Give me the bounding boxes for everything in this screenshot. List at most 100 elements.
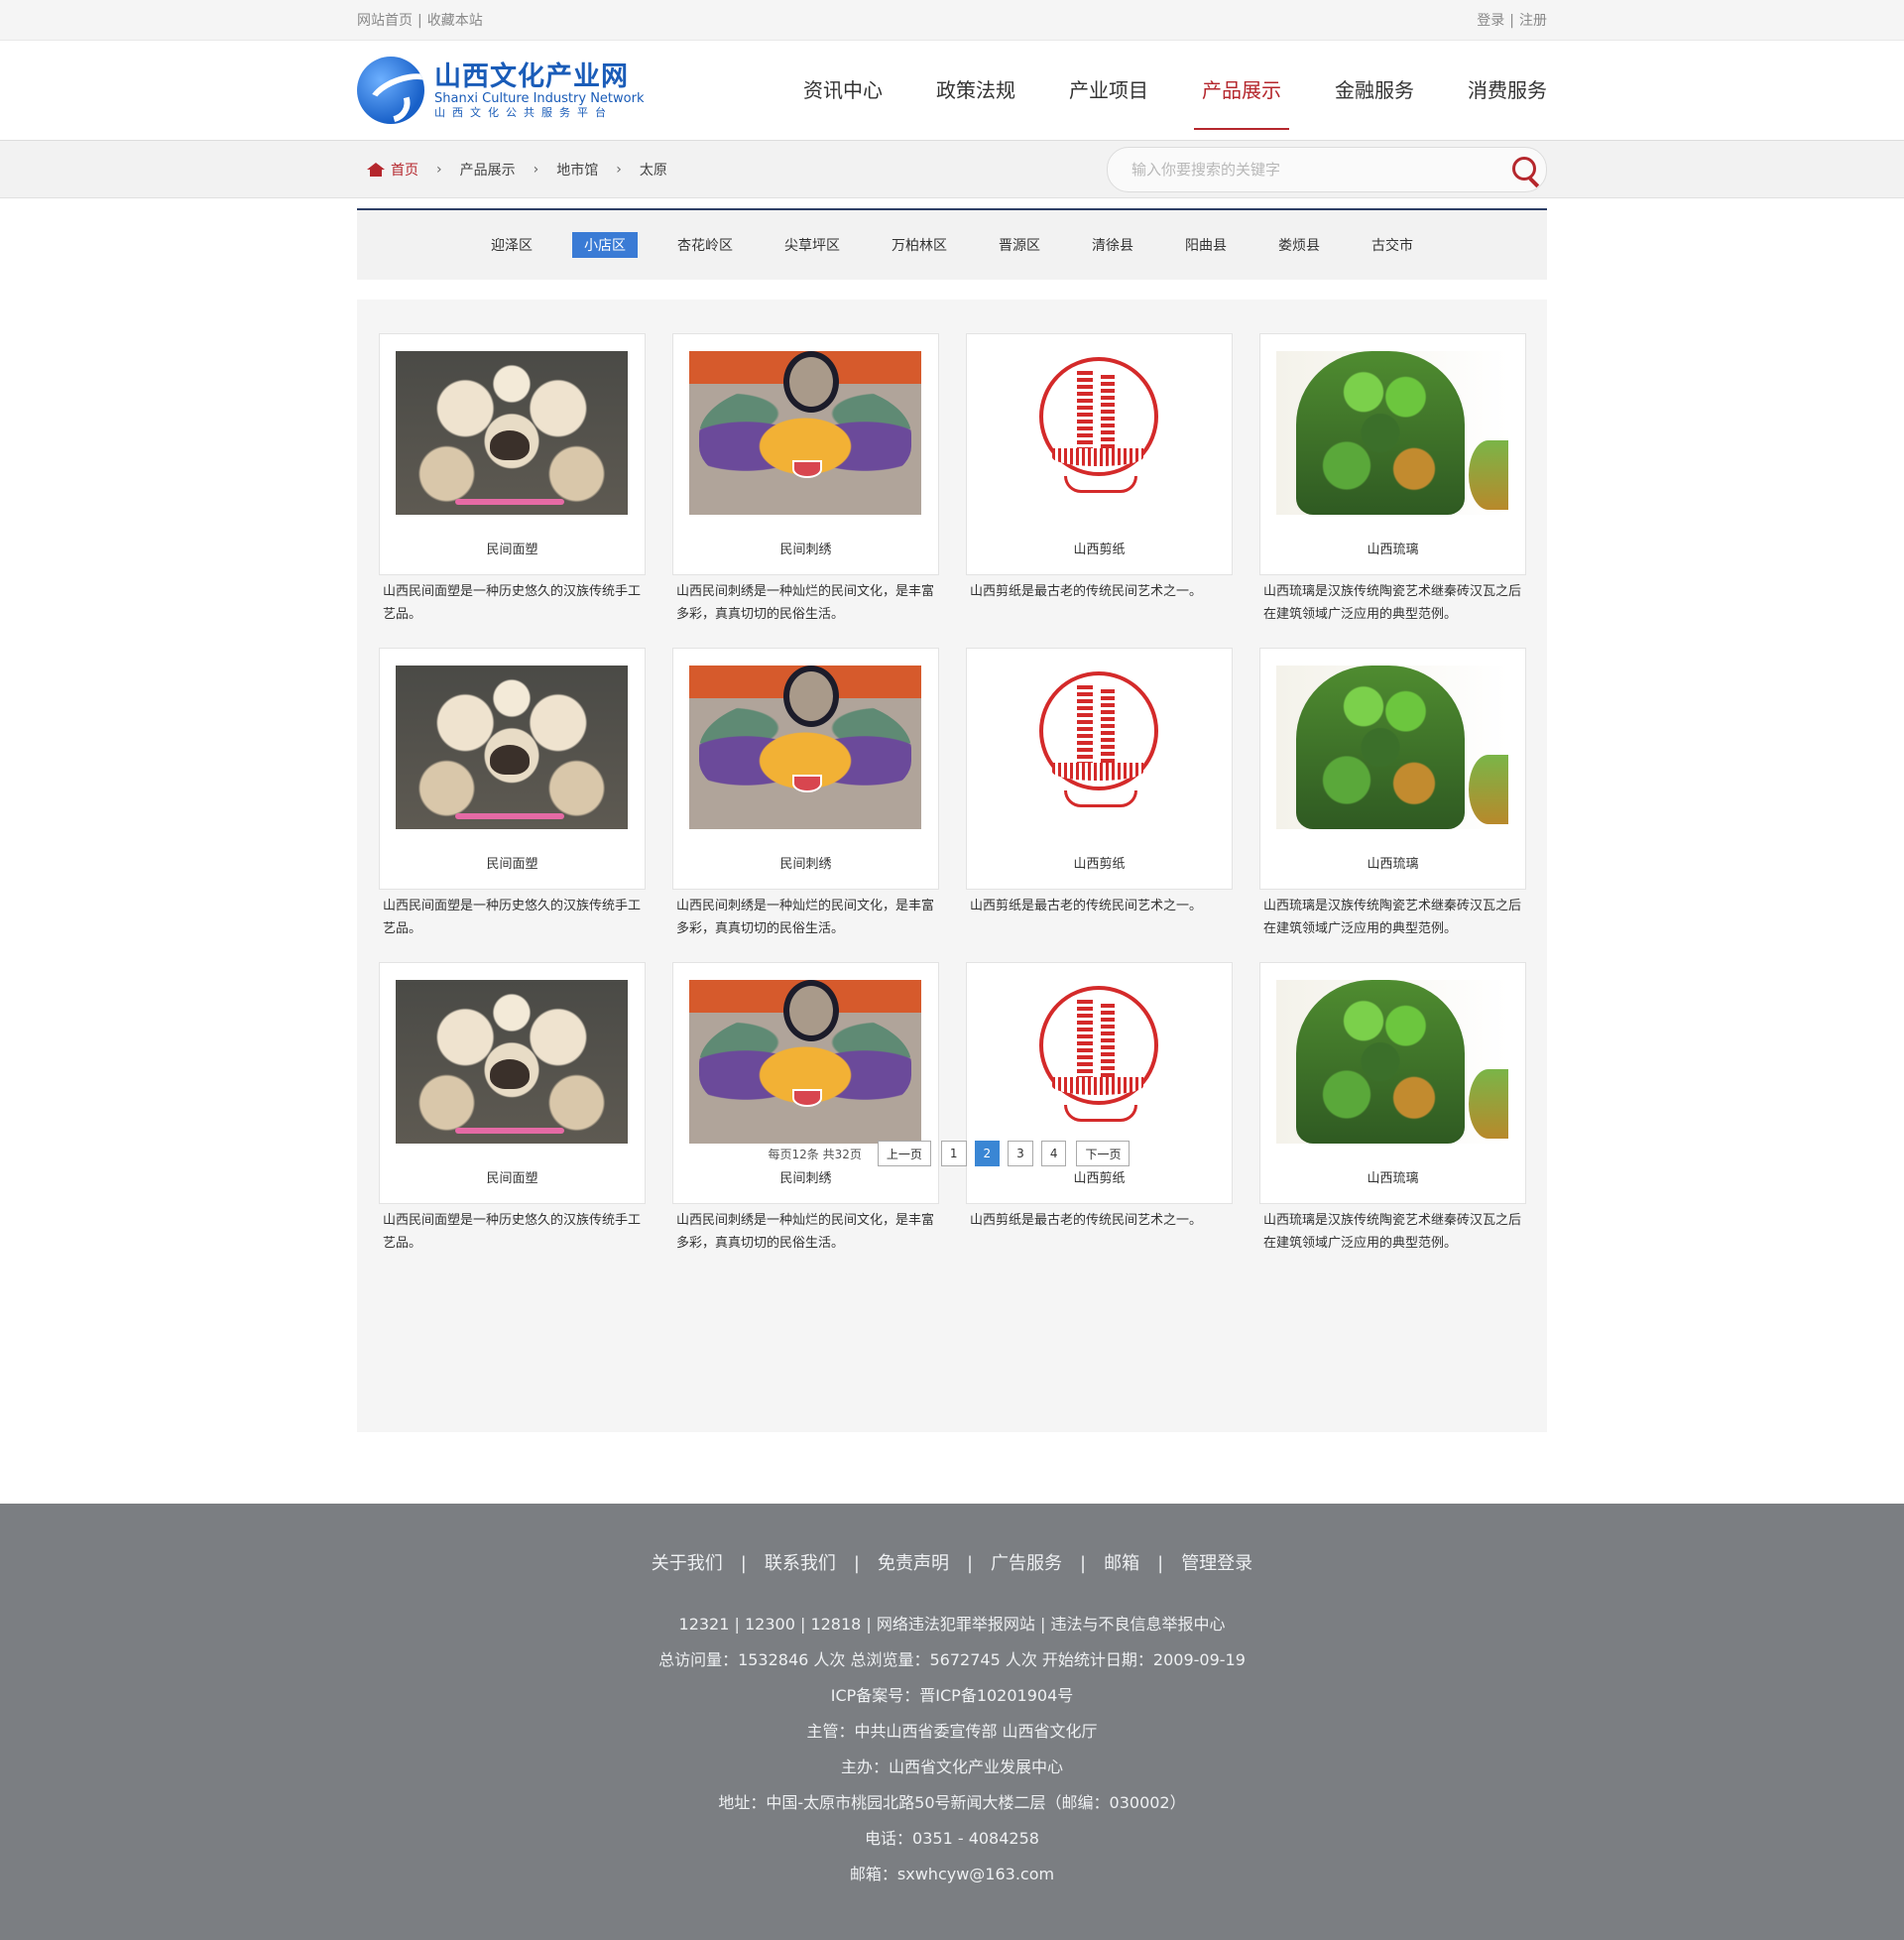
footer-link-contact[interactable]: 联系我们 [765,1553,836,1574]
header: 山西文化产业网 Shanxi Culture Industry Network … [0,41,1904,141]
breadcrumb-item-products[interactable]: 产品展示 [460,160,516,180]
footer-report-links: 12321 | 12300 | 12818 | 网络违法犯罪举报网站 | 违法与… [678,1615,1226,1634]
product-card[interactable]: 民间刺绣山西民间刺绣是一种灿烂的民间文化，是丰富多彩，真真切切的民俗生活。 [672,648,939,940]
product-link[interactable]: 山西剪纸 [966,962,1233,1204]
product-link[interactable]: 山西剪纸 [966,333,1233,575]
product-description: 山西剪纸是最古老的传统民间艺术之一。 [970,899,1203,913]
register-link[interactable]: 注册 [1519,13,1547,29]
product-card[interactable]: 民间刺绣 山西民间刺绣是一种灿烂的民间文化，是丰富多彩，真真切切的民俗生活。 [672,333,939,626]
product-link[interactable]: 山西琉璃 [1259,333,1526,575]
product-image [983,666,1215,829]
product-link[interactable]: 民间刺绣 [672,962,939,1204]
product-image [396,351,628,515]
footer-info: 12321 | 12300 | 12818 | 网络违法犯罪举报网站 | 违法与… [0,1607,1904,1892]
product-card[interactable]: 山西剪纸山西剪纸是最古老的传统民间艺术之一。 [966,648,1233,940]
search-button[interactable] [1502,148,1546,191]
footer-separator: | [853,1553,860,1574]
product-title: 民间刺绣 [779,1171,832,1186]
breadcrumb-item-current: 太原 [639,162,667,179]
breadcrumb-bar: 首页 › 产品展示 › 地市馆 › 太原 [0,141,1904,198]
breadcrumb: 首页 › 产品展示 › 地市馆 › 太原 [357,160,667,180]
page-button-active[interactable]: 2 [974,1141,1001,1166]
search-box [1107,146,1547,192]
product-link[interactable]: 民间面塑 [379,648,646,890]
chevron-right-icon: › [436,161,442,178]
chevron-right-icon: › [616,161,622,178]
nav-item-consumer[interactable]: 消费服务 [1468,41,1547,140]
nav-item-policy[interactable]: 政策法规 [936,41,1015,140]
nav-item-finance[interactable]: 金融服务 [1335,41,1414,140]
product-image [983,980,1215,1144]
footer-link-ads[interactable]: 广告服务 [991,1553,1062,1574]
product-link[interactable]: 山西琉璃 [1259,648,1526,890]
login-link[interactable]: 登录 [1477,13,1504,29]
logo-title: 山西文化产业网 [434,61,629,92]
district-item[interactable]: 万柏林区 [880,232,959,258]
footer-organizer: 主办：山西省文化产业发展中心 [840,1758,1063,1776]
district-item[interactable]: 娄烦县 [1266,232,1332,258]
product-image [396,980,628,1144]
site-logo[interactable]: 山西文化产业网 Shanxi Culture Industry Network … [357,57,644,124]
product-card[interactable]: 山西琉璃 山西琉璃是汉族传统陶瓷艺术继秦砖汉瓦之后在建筑领域广泛应用的典型范例。 [1259,648,1526,940]
footer-icp: ICP备案号：晋ICP备10201904号 [830,1686,1074,1705]
pagination: 每页12条 共32页 上一页 1 2 3 4 下一页 [357,1141,1547,1166]
product-description: 山西民间刺绣是一种灿烂的民间文化，是丰富多彩，真真切切的民俗生活。 [676,899,935,936]
footer-link-disclaimer[interactable]: 免责声明 [878,1553,949,1574]
product-card[interactable]: 山西琉璃山西琉璃是汉族传统陶瓷艺术继秦砖汉瓦之后在建筑领域广泛应用的典型范例。 [1259,333,1526,626]
district-item[interactable]: 阳曲县 [1173,232,1239,258]
product-card[interactable]: 山西剪纸 山西剪纸是最古老的传统民间艺术之一。 [966,333,1233,626]
product-description: 山西民间面塑是一种历史悠久的汉族传统手工艺品。 [383,584,642,622]
district-item[interactable]: 晋源区 [987,232,1052,258]
breadcrumb-home[interactable]: 首页 [367,160,418,180]
product-description: 山西民间面塑是一种历史悠久的汉族传统手工艺品。 [383,899,642,936]
footer-link-mail[interactable]: 邮箱 [1104,1553,1139,1574]
product-image [1276,980,1508,1144]
district-item-active[interactable]: 小店区 [572,232,638,258]
product-link[interactable]: 民间面塑 [379,962,646,1204]
product-image [1276,351,1508,515]
product-description: 山西琉璃是汉族传统陶瓷艺术继秦砖汉瓦之后在建筑领域广泛应用的典型范例。 [1263,1213,1522,1251]
product-link[interactable]: 民间面塑 [379,333,646,575]
product-link[interactable]: 山西剪纸 [966,648,1233,890]
footer-link-about[interactable]: 关于我们 [652,1553,723,1574]
product-title: 山西剪纸 [1073,543,1126,557]
logo-text: 山西文化产业网 Shanxi Culture Industry Network … [434,61,645,119]
next-page-button[interactable]: 下一页 [1076,1141,1130,1166]
footer-email: 邮箱：sxwhcyw@163.com [849,1865,1055,1883]
district-item[interactable]: 迎泽区 [479,232,544,258]
product-card[interactable]: 山西剪纸 山西剪纸是最古老的传统民间艺术之一。 [966,962,1233,1255]
prev-page-button[interactable]: 上一页 [877,1141,931,1166]
nav-item-products[interactable]: 产品展示 [1194,41,1289,140]
page-button[interactable]: 1 [940,1141,967,1166]
district-item[interactable]: 清徐县 [1080,232,1145,258]
logo-english: Shanxi Culture Industry Network [434,90,645,106]
district-item[interactable]: 尖草坪区 [773,232,852,258]
page-button[interactable]: 3 [1008,1141,1033,1166]
footer-phone: 电话：0351 - 4084258 [865,1829,1039,1848]
product-title: 民间面塑 [486,857,538,872]
footer-links: 关于我们 | 联系我们 | 免责声明 | 广告服务 | 邮箱 | 管理登录 [0,1549,1904,1575]
product-link[interactable]: 山西琉璃 [1259,962,1526,1204]
product-link[interactable]: 民间刺绣 [672,333,939,575]
product-card[interactable]: 民间刺绣 山西民间刺绣是一种灿烂的民间文化，是丰富多彩，真真切切的民俗生活。 [672,962,939,1255]
top-separator: | [417,13,422,29]
product-card[interactable]: 民间面塑山西民间面塑是一种历史悠久的汉族传统手工艺品。 [379,333,646,626]
breadcrumb-item-city[interactable]: 地市馆 [556,160,598,180]
main-nav: 资讯中心 政策法规 产业项目 产品展示 金融服务 消费服务 [750,41,1547,140]
product-card[interactable]: 山西琉璃山西琉璃是汉族传统陶瓷艺术继秦砖汉瓦之后在建筑领域广泛应用的典型范例。 [1259,962,1526,1255]
bookmark-link[interactable]: 收藏本站 [427,13,483,29]
product-title: 民间刺绣 [779,857,832,872]
district-item[interactable]: 杏花岭区 [665,232,745,258]
product-description: 山西琉璃是汉族传统陶瓷艺术继秦砖汉瓦之后在建筑领域广泛应用的典型范例。 [1263,584,1522,622]
product-title: 山西琉璃 [1367,857,1419,872]
product-card[interactable]: 民间面塑 山西民间面塑是一种历史悠久的汉族传统手工艺品。 [379,962,646,1255]
site-home-link[interactable]: 网站首页 [357,13,413,29]
nav-item-projects[interactable]: 产业项目 [1069,41,1148,140]
product-link[interactable]: 民间刺绣 [672,648,939,890]
search-input[interactable] [1130,159,1502,180]
footer-link-admin-login[interactable]: 管理登录 [1181,1553,1252,1574]
district-item[interactable]: 古交市 [1360,232,1425,258]
nav-item-news[interactable]: 资讯中心 [803,41,883,140]
product-card[interactable]: 民间面塑山西民间面塑是一种历史悠久的汉族传统手工艺品。 [379,648,646,940]
page-button[interactable]: 4 [1040,1141,1067,1166]
